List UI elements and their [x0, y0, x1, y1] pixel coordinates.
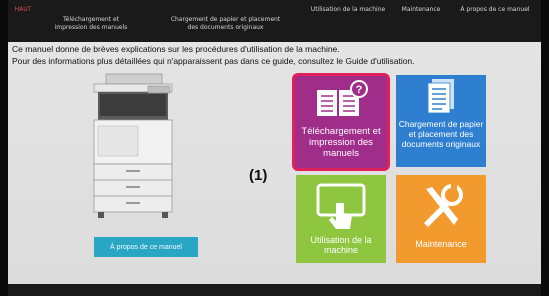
tile-utilisation[interactable]: Utilisation de la machine — [296, 175, 386, 263]
tile-chargement[interactable]: Chargement de papier et placement des do… — [396, 75, 486, 167]
description: Ce manuel donne de brèves explications s… — [12, 43, 537, 67]
nav-chargement[interactable]: Chargement de papier et placement des do… — [168, 0, 283, 42]
tile-utilisation-label: Utilisation de la machine — [310, 235, 372, 255]
callout-label: (1) — [249, 167, 268, 184]
top-nav-bar: HAUT Téléchargement et impression des ma… — [8, 0, 541, 42]
tools-icon — [424, 183, 463, 227]
tile-maintenance-label: Maintenance — [415, 239, 467, 249]
description-line-1: Ce manuel donne de brèves explications s… — [12, 44, 340, 54]
tile-telechargement-label: Téléchargement et impression des manuels — [301, 126, 381, 159]
touch-screen-icon — [316, 183, 366, 229]
about-manual-button[interactable]: À propos de ce manuel — [94, 237, 198, 257]
nav-maintenance[interactable]: Maintenance — [398, 0, 444, 42]
bottom-bar — [8, 284, 541, 296]
screen: HAUT Téléchargement et impression des ma… — [0, 0, 549, 296]
tile-telechargement[interactable]: ? Téléchargement et impression des manue… — [292, 73, 390, 171]
copier-illustration — [93, 73, 173, 218]
document-stack-icon — [427, 79, 454, 114]
description-line-2: Pour des informations plus détaillées qu… — [12, 56, 415, 66]
nav-telechargement[interactable]: Téléchargement et impression des manuels — [48, 0, 134, 42]
tile-maintenance[interactable]: Maintenance — [396, 175, 486, 263]
svg-text:?: ? — [356, 84, 363, 96]
tile-chargement-label: Chargement de papier et placement des do… — [398, 119, 484, 149]
manual-question-icon: ? — [317, 80, 368, 116]
nav-apropos[interactable]: À propos de ce manuel — [451, 0, 539, 42]
nav-haut[interactable]: HAUT — [12, 0, 34, 42]
nav-utilisation[interactable]: Utilisation de la machine — [308, 0, 388, 42]
